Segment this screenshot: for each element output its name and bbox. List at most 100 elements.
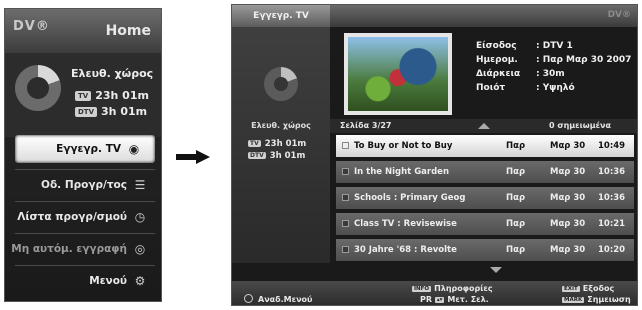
info-key-icon: INFO: [412, 285, 432, 292]
recording-title: To Buy or Not to Buy: [354, 141, 453, 151]
page-indicator: Σελίδα 3/27: [340, 121, 392, 130]
recording-day: Παρ: [506, 193, 526, 203]
list-item[interactable]: In the Night Garden Παρ Μαρ 30 10:36: [336, 161, 634, 183]
info-value: : Υψηλό: [536, 83, 575, 93]
menu-item-tv-guide[interactable]: Οδ. Προγρ/τος ☰: [5, 171, 161, 199]
menu-item-schedule-list[interactable]: Λίστα προγρ/σμού ◷: [5, 203, 161, 231]
disk-usage-pie-icon: [15, 65, 61, 111]
footer-exit-label: Εξοδος: [582, 284, 615, 293]
home-title: Home: [105, 23, 151, 39]
recording-date: Μαρ 30: [550, 141, 586, 151]
recording-info: Είσοδος : DTV 1 Ημερομ. : Παρ Μαρ 30 200…: [476, 41, 631, 97]
tv-badge: TV: [75, 91, 92, 101]
info-row: Είσοδος : DTV 1: [476, 41, 631, 55]
menu-item-manual-record[interactable]: Μη αυτόμ. εγγραφή ◎: [5, 235, 161, 263]
recording-title: 30 Jahre '68 : Revolte: [354, 245, 457, 255]
mark-checkbox[interactable]: [342, 142, 349, 149]
menu-divider: [15, 265, 155, 266]
menu-item-menu[interactable]: Μενού ⚙: [5, 267, 161, 295]
screen-sidebar: Ελευθ. χώρος TV 23h 01m DTV 3h 01m: [232, 27, 330, 263]
info-key: Διάρκεια: [476, 69, 521, 79]
screen-footer: Αναδ.Μενού INFO Πληροφορίες PR ▴▾ Μετ. Σελ…: [232, 281, 637, 305]
menu-item-label: Οδ. Προγρ/τος: [41, 179, 127, 191]
info-key: Είσοδος: [476, 41, 517, 51]
tv-remaining: TV 23h 01m: [248, 139, 306, 149]
info-row: Διάρκεια : 30m: [476, 69, 631, 83]
list-item[interactable]: Class TV : Revisewise Παρ Μαρ 30 10:21: [336, 213, 634, 235]
menu-item-label: Εγγεγρ. TV: [56, 143, 121, 155]
recording-title: Class TV : Revisewise: [354, 219, 457, 229]
tab-recorded-tv[interactable]: Εγγεγρ. TV: [232, 5, 330, 27]
dtv-remaining-time: 3h 01m: [101, 105, 148, 118]
info-key: Ημερομ.: [476, 55, 518, 65]
recording-date: Μαρ 30: [550, 167, 586, 177]
scroll-down-icon[interactable]: [490, 267, 502, 273]
info-value: : Παρ Μαρ 30 2007: [536, 55, 632, 65]
recording-day: Παρ: [506, 219, 526, 229]
disk-usage-pie-icon: [264, 67, 298, 101]
footer-page-change[interactable]: PR ▴▾ Μετ. Σελ.: [420, 295, 489, 304]
guide-list-icon: ☰: [134, 178, 146, 192]
info-key: Ποιότ: [476, 83, 506, 93]
recording-time: 10:36: [598, 167, 626, 177]
tv-remaining-time: 23h 01m: [95, 89, 149, 102]
dtv-badge: DTV: [75, 107, 98, 117]
recording-day: Παρ: [506, 141, 526, 151]
exit-key-icon: EXIT: [562, 285, 580, 292]
preview-thumbnail: [344, 33, 452, 115]
info-row: Ημερομ. : Παρ Μαρ 30 2007: [476, 55, 631, 69]
manual-record-icon: ◎: [134, 242, 146, 256]
menu-divider: [15, 201, 155, 202]
menu-item-label: Λίστα προγρ/σμού: [17, 211, 127, 223]
footer-info-label: Πληροφορίες: [434, 284, 493, 293]
dtv-remaining: DTV 3h 01m: [75, 105, 147, 118]
info-row: Ποιότ : Υψηλό: [476, 83, 631, 97]
home-header: DV® Home: [5, 9, 161, 53]
mark-checkbox[interactable]: [342, 194, 349, 201]
footer-info[interactable]: INFO Πληροφορίες: [412, 284, 493, 293]
tv-remaining-time: 23h 01m: [264, 139, 307, 149]
recordings-list: To Buy or Not to Buy Παρ Μαρ 30 10:49 In…: [336, 135, 634, 265]
recording-time: 10:20: [598, 245, 626, 255]
info-value: : 30m: [536, 69, 565, 79]
list-item[interactable]: Schools : Primary Geog Παρ Μαρ 30 10:36: [336, 187, 634, 209]
marked-count: 0 σημειωμένα: [549, 121, 611, 130]
free-space-label: Ελευθ. χώρος: [71, 67, 154, 80]
recorded-tv-screen: Εγγεγρ. TV DV® Ελευθ. χώρος TV 23h 01m DT…: [231, 4, 638, 306]
pr-key-label: PR: [420, 295, 433, 304]
recording-day: Παρ: [506, 245, 526, 255]
preview-image: [348, 37, 448, 111]
recording-day: Παρ: [506, 167, 526, 177]
mark-checkbox[interactable]: [342, 220, 349, 227]
menu-item-recorded-tv[interactable]: Εγγεγρ. TV ◉: [15, 135, 155, 163]
list-item[interactable]: 30 Jahre '68 : Revolte Παρ Μαρ 30 10:20: [336, 239, 634, 261]
settings-gear-icon: ⚙: [134, 274, 146, 288]
dvd-logo: DV®: [13, 19, 50, 34]
footer-mark[interactable]: MARK Σημειωση: [562, 295, 631, 304]
menu-item-label: Μη αυτόμ. εγγραφή: [11, 243, 127, 255]
recording-time: 10:49: [598, 141, 626, 151]
record-disc-icon: ◉: [128, 142, 140, 156]
mark-checkbox[interactable]: [342, 168, 349, 175]
tv-remaining: TV 23h 01m: [75, 89, 149, 102]
info-value: : DTV 1: [536, 41, 573, 51]
footer-exit[interactable]: EXIT Εξοδος: [562, 284, 614, 293]
screen-header: Εγγεγρ. TV DV®: [232, 5, 637, 27]
recording-title: Schools : Primary Geog: [354, 193, 466, 203]
scroll-up-icon[interactable]: [478, 123, 490, 129]
pr-arrows-icon: ▴▾: [434, 296, 445, 303]
dtv-remaining-time: 3h 01m: [269, 151, 306, 161]
page-bar: Σελίδα 3/27 0 σημειωμένα: [330, 119, 637, 133]
mark-checkbox[interactable]: [342, 246, 349, 253]
list-item[interactable]: To Buy or Not to Buy Παρ Μαρ 30 10:49: [336, 135, 634, 157]
return-button-icon: [244, 294, 253, 303]
schedule-clock-icon: ◷: [134, 210, 146, 224]
dtv-badge: DTV: [248, 152, 266, 159]
right-arrow-icon: [176, 150, 210, 164]
footer-back-menu[interactable]: Αναδ.Μενού: [258, 295, 312, 304]
recording-title: In the Night Garden: [354, 167, 450, 177]
footer-page-change-label: Μετ. Σελ.: [447, 295, 489, 304]
menu-divider: [15, 233, 155, 234]
recording-date: Μαρ 30: [550, 219, 586, 229]
dvd-logo: DV®: [607, 10, 631, 20]
